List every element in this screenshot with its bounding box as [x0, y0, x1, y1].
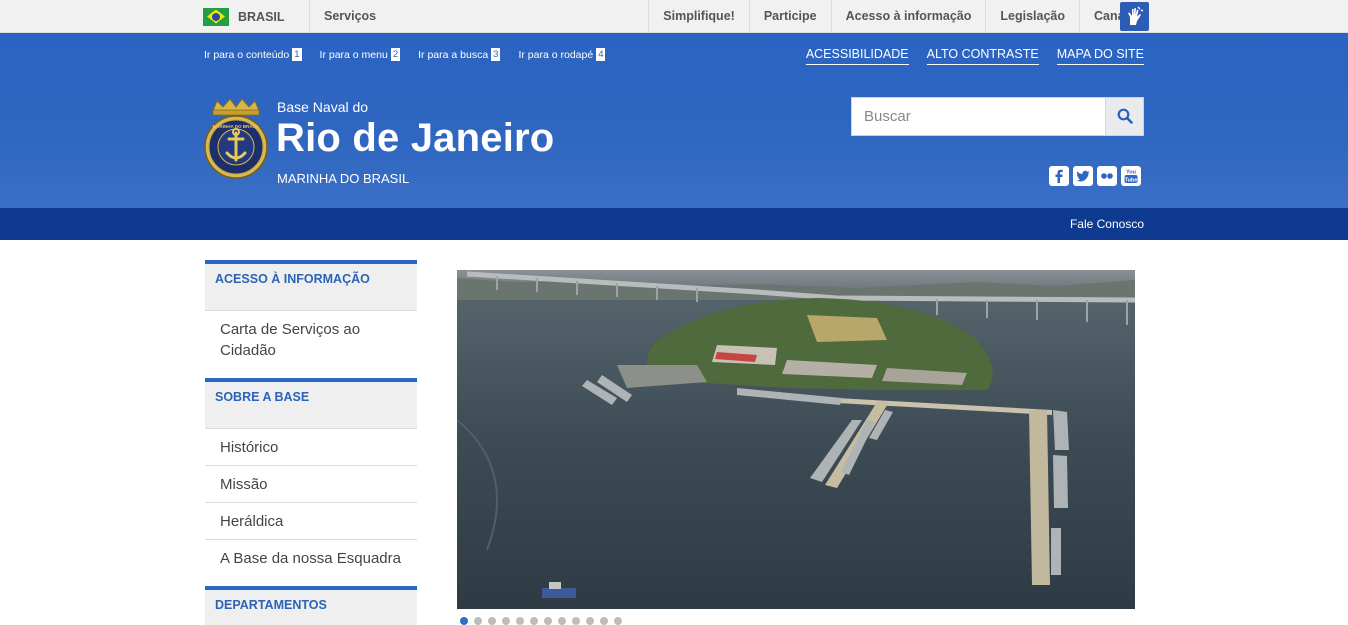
- brasil-label: BRASIL: [238, 9, 285, 24]
- sidebar-section-title: ACESSO À INFORMAÇÃO: [205, 260, 417, 310]
- government-bar: BRASIL Serviços Simplifique! Participe A…: [0, 0, 1348, 33]
- carousel-dot[interactable]: [516, 617, 524, 625]
- search-icon: [1117, 108, 1133, 124]
- facebook-icon[interactable]: [1049, 166, 1069, 186]
- servicos-link[interactable]: Serviços: [324, 9, 376, 23]
- twitter-icon[interactable]: [1073, 166, 1093, 186]
- search-input[interactable]: [852, 98, 1106, 135]
- skip-link-label: Ir para o rodapé: [518, 48, 594, 61]
- site-pretitle: Base Naval do: [277, 99, 369, 115]
- sidebar-section-title: DEPARTAMENTOS: [205, 586, 417, 625]
- emblem-text: MARINHA DO BRASIL: [212, 124, 259, 129]
- gov-link-simplifique[interactable]: Simplifique!: [648, 0, 749, 33]
- youtube-icon[interactable]: You Tube: [1121, 166, 1141, 186]
- carousel-dot[interactable]: [586, 617, 594, 625]
- carousel-dot[interactable]: [544, 617, 552, 625]
- carousel-dot[interactable]: [488, 617, 496, 625]
- carousel-dot[interactable]: [600, 617, 608, 625]
- navy-emblem-logo[interactable]: MARINHA DO BRASIL: [203, 97, 269, 183]
- site-header: Ir para o conteúdo 1 Ir para o menu 2 Ir p…: [0, 33, 1348, 208]
- skip-link-label: Ir para a busca: [418, 48, 489, 61]
- skip-link-footer[interactable]: Ir para o rodapé 4: [518, 48, 606, 61]
- skip-link-search[interactable]: Ir para a busca 3: [418, 48, 501, 61]
- access-key-badge: 2: [390, 48, 401, 61]
- gov-link-legislacao[interactable]: Legislação: [985, 0, 1079, 33]
- page: BRASIL Serviços Simplifique! Participe A…: [0, 0, 1348, 625]
- carousel-dot[interactable]: [460, 617, 468, 625]
- gov-link-participe[interactable]: Participe: [748, 0, 831, 33]
- sidebar-item-historico[interactable]: Histórico: [205, 428, 417, 465]
- sidebar-item-heraldica[interactable]: Heráldica: [205, 502, 417, 539]
- carousel-dot[interactable]: [572, 617, 580, 625]
- carousel-dot[interactable]: [474, 617, 482, 625]
- carousel-dot[interactable]: [530, 617, 538, 625]
- carousel-slide-image[interactable]: [457, 270, 1135, 609]
- svg-text:You: You: [1126, 170, 1136, 176]
- svg-text:Tube: Tube: [1125, 178, 1138, 184]
- sign-language-accessibility-button[interactable]: [1120, 2, 1149, 31]
- sidebar-item-base-esquadra[interactable]: A Base da nossa Esquadra: [205, 539, 417, 576]
- site-subtitle: MARINHA DO BRASIL: [277, 171, 410, 186]
- sidebar-section-title: SOBRE A BASE: [205, 378, 417, 428]
- high-contrast-link[interactable]: ALTO CONTRASTE: [926, 47, 1039, 65]
- access-key-badge: 4: [596, 48, 606, 61]
- site-title[interactable]: Rio de Janeiro: [276, 116, 554, 161]
- sitemap-link[interactable]: MAPA DO SITE: [1056, 47, 1144, 65]
- skip-link-menu[interactable]: Ir para o menu 2: [320, 48, 401, 61]
- carousel-indicators: [460, 617, 628, 625]
- search-box: [851, 97, 1144, 136]
- divider: [309, 0, 310, 33]
- skip-link-label: Ir para o menu: [319, 48, 388, 61]
- government-links: Simplifique! Participe Acesso à informaç…: [648, 0, 1149, 33]
- search-button[interactable]: [1105, 98, 1143, 135]
- skip-link-label: Ir para o conteúdo: [204, 48, 290, 61]
- carousel-dot[interactable]: [558, 617, 566, 625]
- sidebar-menu: ACESSO À INFORMAÇÃO Carta de Serviços ao…: [205, 260, 417, 625]
- social-links: You Tube: [1049, 166, 1145, 186]
- accessibility-link[interactable]: ACESSIBILIDADE: [805, 47, 909, 65]
- brasil-link[interactable]: BRASIL: [203, 7, 285, 26]
- sub-navigation-bar: Fale Conosco: [0, 208, 1348, 240]
- skip-link-content[interactable]: Ir para o conteúdo 1: [204, 48, 302, 61]
- skip-links: Ir para o conteúdo 1 Ir para o menu 2 Ir p…: [204, 48, 623, 61]
- brazil-flag-icon: [203, 7, 229, 26]
- carousel-dot[interactable]: [502, 617, 510, 625]
- aerial-naval-base-photo: [457, 270, 1135, 609]
- contact-link[interactable]: Fale Conosco: [1070, 217, 1144, 231]
- carousel-dot[interactable]: [614, 617, 622, 625]
- sign-language-icon: [1128, 6, 1144, 25]
- sidebar-item-carta-servicos[interactable]: Carta de Serviços ao Cidadão: [205, 310, 417, 368]
- flickr-icon[interactable]: [1097, 166, 1117, 186]
- access-key-badge: 3: [491, 48, 501, 61]
- access-key-badge: 1: [292, 48, 302, 61]
- header-top-links: ACESSIBILIDADE ALTO CONTRASTE MAPA DO SI…: [788, 47, 1144, 65]
- sidebar-item-missao[interactable]: Missão: [205, 465, 417, 502]
- gov-link-acesso-informacao[interactable]: Acesso à informação: [830, 0, 986, 33]
